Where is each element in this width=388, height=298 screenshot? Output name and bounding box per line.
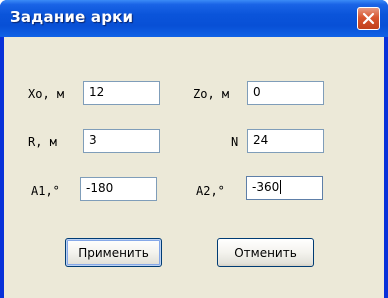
a1-label: A1,°	[31, 184, 60, 198]
a2-label: A2,°	[196, 184, 225, 198]
r-value: 3	[89, 133, 97, 147]
xo-label: Xo, м	[28, 87, 65, 101]
text-caret	[280, 180, 282, 194]
r-label: R, м	[28, 135, 57, 149]
a2-value: -360	[252, 180, 280, 194]
apply-button[interactable]: Применить	[65, 238, 162, 267]
close-icon	[362, 12, 375, 25]
zo-value: 0	[253, 85, 261, 99]
r-field[interactable]: 3	[83, 129, 160, 153]
xo-field[interactable]: 12	[83, 81, 160, 105]
a2-field[interactable]: -360	[246, 176, 323, 200]
a1-field[interactable]: -180	[80, 177, 157, 201]
cancel-button[interactable]: Отменить	[217, 238, 314, 267]
xo-value: 12	[89, 85, 105, 99]
n-value: 24	[253, 133, 269, 147]
a1-value: -180	[86, 181, 114, 195]
title-bar[interactable]: Задание арки	[0, 0, 388, 37]
dialog-body: Xo, м 12 Zo, м 0 R, м 3 N 24 A1,° -180 A…	[4, 37, 384, 298]
close-button[interactable]	[357, 7, 380, 30]
n-field[interactable]: 24	[247, 129, 324, 153]
window-title: Задание арки	[10, 8, 134, 26]
zo-label: Zo, м	[193, 87, 230, 101]
dialog-window: Задание арки Xo, м 12 Zo, м 0 R, м 3 N 2…	[0, 0, 388, 298]
zo-field[interactable]: 0	[247, 81, 324, 105]
n-label: N	[231, 135, 239, 149]
